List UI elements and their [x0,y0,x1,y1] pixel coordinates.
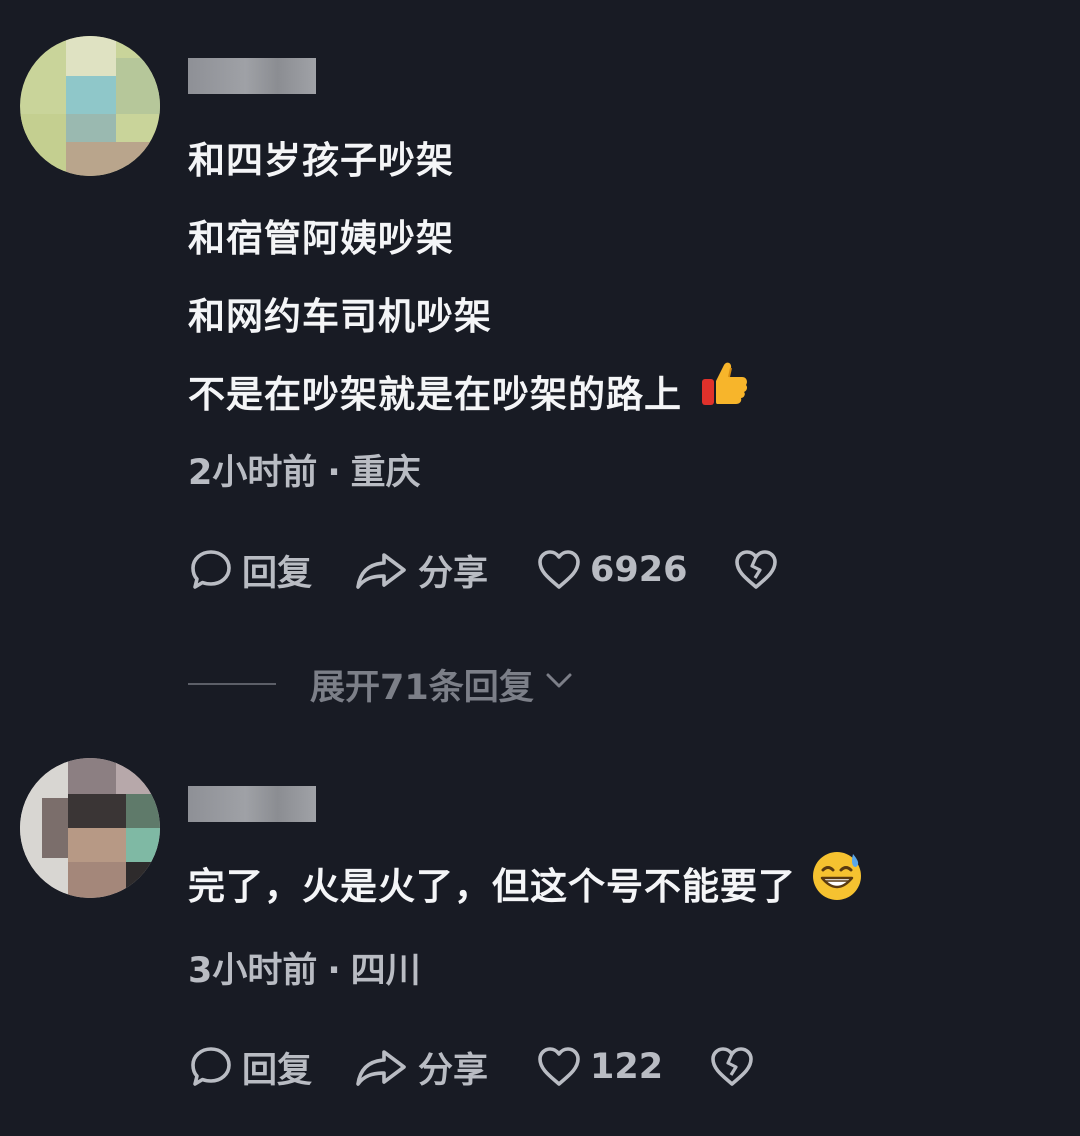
like-button[interactable]: 122 [536,1044,663,1090]
expand-replies-label: 展开71条回复 [310,667,534,708]
comment-time: 3小时前 [188,951,318,991]
comment-text: 完了，火是火了，但这个号不能要了 [188,848,864,929]
speech-bubble-icon [188,1044,234,1090]
share-label: 分享 [418,1050,489,1091]
reply-button[interactable]: 回复 [188,1042,312,1093]
like-count: 122 [590,1047,664,1087]
comment-meta: 2小时前 · 重庆 [188,444,421,495]
share-arrow-icon [354,547,410,593]
meta-separator: · [327,453,341,493]
comment-location: 重庆 [350,453,421,493]
like-button[interactable]: 6926 [536,547,687,593]
broken-heart-icon [709,1044,755,1090]
heart-icon [536,1044,582,1090]
reply-label: 回复 [242,553,313,594]
chevron-down-icon [542,663,576,706]
avatar[interactable] [20,36,160,176]
comment-line: 不是在吵架就是在吵架的路上 [188,356,750,436]
heart-icon [536,547,582,593]
share-button[interactable]: 分享 [354,545,488,596]
comment-line: 和宿管阿姨吵架 [188,217,454,260]
speech-bubble-icon [188,547,234,593]
comment-line: 和四岁孩子吵架 [188,139,454,182]
dislike-button[interactable] [709,1044,755,1090]
broken-heart-icon [733,547,779,593]
reply-label: 回复 [242,1050,313,1091]
like-count: 6926 [590,550,688,590]
share-arrow-icon [354,1044,410,1090]
comment-time: 2小时前 [188,453,318,493]
comment-meta: 3小时前 · 四川 [188,942,421,993]
comment-line: 完了，火是火了，但这个号不能要了 [188,848,864,929]
meta-separator: · [327,951,341,991]
username-redacted[interactable] [188,786,316,822]
comment-list: 和四岁孩子吵架 和宿管阿姨吵架 和网约车司机吵架 不是在吵架就是在吵架的路上 2… [0,0,1080,1136]
dislike-button[interactable] [733,547,779,593]
comment-line: 和网约车司机吵架 [188,295,492,338]
expand-replies-button[interactable]: 展开71条回复 [188,660,576,708]
comment-actions: 回复 分享 122 [188,1043,755,1091]
username-redacted[interactable] [188,58,316,94]
grinning-sweat-emoji [810,848,864,929]
avatar[interactable] [20,758,160,898]
thumbs-up-emoji [700,358,750,436]
comment-location: 四川 [350,951,421,991]
share-label: 分享 [418,553,489,594]
share-button[interactable]: 分享 [354,1042,488,1093]
comment-text: 和四岁孩子吵架 和宿管阿姨吵架 和网约车司机吵架 不是在吵架就是在吵架的路上 [188,122,750,436]
divider [188,683,276,685]
reply-button[interactable]: 回复 [188,545,312,596]
comment-actions: 回复 分享 6926 [188,546,779,594]
